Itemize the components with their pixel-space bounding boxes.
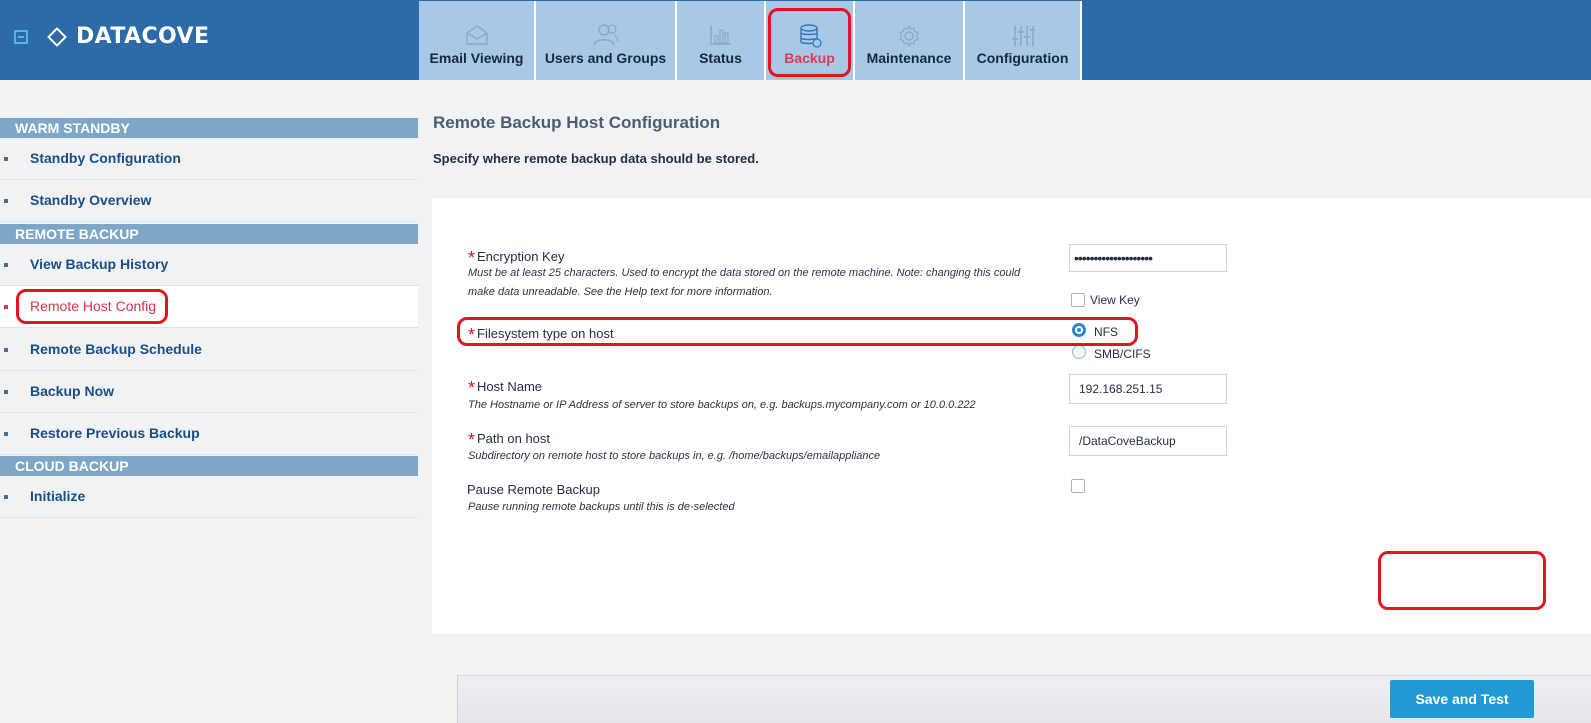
encryption-key-help-line-1: Must be at least 25 characters. Used to … [468,267,1021,279]
sidebar-item-standby-configuration[interactable]: Standby Configuration [0,138,418,180]
pause-remote-backup-checkbox[interactable] [1071,479,1085,493]
database-icon [798,24,822,53]
smb-cifs-option-label: SMB/CIFS [1094,347,1151,361]
sidebar-item-standby-overview[interactable]: Standby Overview [0,180,418,222]
sidebar-item-restore-previous-backup[interactable]: Restore Previous Backup [0,413,418,455]
sidebar-item-backup-now[interactable]: Backup Now [0,371,418,413]
tab-users-and-groups[interactable]: Users and Groups [536,1,677,80]
encryption-key-field[interactable] [1069,244,1227,272]
view-key-label: View Key [1090,293,1140,307]
encryption-key-help: Must be at least 25 characters. Used to … [468,264,1078,302]
host-name-field[interactable] [1069,374,1227,404]
gear-icon [897,24,921,53]
section-header-cloud-backup: CLOUD BACKUP [0,456,418,476]
section-header-warm-standby: WARM STANDBY [0,118,418,138]
tab-label: Status [699,50,742,66]
collapse-sidebar-icon[interactable] [14,29,28,44]
sliders-icon [1011,24,1035,53]
main-tabs: Email Viewing Users and Groups Status Ba… [419,1,1082,80]
pause-remote-backup-help: Pause running remote backups until this … [468,501,735,513]
host-config-form: * Encryption Key Must be at least 25 char… [432,198,1591,723]
bullet-icon [4,495,8,499]
top-navigation-bar: DATACOVE Email Viewing Users and Groups … [0,0,1591,80]
sidebar-item-label: Standby Configuration [30,150,181,166]
bullet-icon [4,199,8,203]
sidebar-item-remote-host-config[interactable]: Remote Host Config [0,286,418,328]
path-label: * Path on host [468,427,551,450]
bullet-icon [4,263,8,267]
bullet-icon [4,157,8,161]
bullet-icon [4,305,8,309]
logo-area: DATACOVE [14,24,209,49]
main-content: Remote Backup Host Configuration Specify… [432,80,1591,723]
pause-remote-backup-label: Pause Remote Backup [467,482,600,497]
sidebar-item-label: Initialize [30,488,86,504]
sidebar-item-label: Standby Overview [30,192,152,208]
tab-configuration[interactable]: Configuration [965,1,1082,80]
bar-chart-icon [709,24,733,51]
page-title: Remote Backup Host Configuration [433,113,721,132]
path-help: Subdirectory on remote host to store bac… [468,450,881,462]
filesystem-label: * Filesystem type on host [468,322,614,345]
users-icon [592,24,620,51]
bullet-icon [4,432,8,436]
tab-email-viewing[interactable]: Email Viewing [419,1,536,80]
brand-name: DATACOVE [76,24,210,49]
sidebar-item-label: Backup Now [30,383,115,399]
sidebar-item-label: Restore Previous Backup [30,425,200,441]
diamond-logo-icon [47,27,67,47]
sidebar-item-label: Remote Backup Schedule [30,341,202,357]
sidebar-item-view-backup-history[interactable]: View Backup History [0,244,418,286]
sidebar: WARM STANDBY Standby Configuration Stand… [0,80,418,634]
path-field[interactable] [1069,426,1227,456]
save-and-test-button[interactable]: Save and Test [1390,680,1534,718]
required-marker: * [468,325,476,345]
host-name-label: * Host Name [468,375,543,398]
host-name-help: The Hostname or IP Address of server to … [468,399,976,411]
path-label-text: Path on host [477,431,551,446]
page-subtitle: Specify where remote backup data should … [433,151,759,166]
tab-label: Email Viewing [429,50,524,66]
sidebar-item-remote-backup-schedule[interactable]: Remote Backup Schedule [0,329,418,371]
nfs-radio[interactable] [1072,323,1086,337]
required-marker: * [468,378,476,398]
smb-cifs-radio[interactable] [1072,345,1086,359]
tab-backup[interactable]: Backup [766,1,855,80]
nfs-option-label: NFS [1094,325,1118,339]
host-name-label-text: Host Name [477,379,543,394]
encryption-key-label-text: Encryption Key [477,249,565,264]
tab-status[interactable]: Status [677,1,766,80]
sidebar-item-initialize[interactable]: Initialize [0,476,418,518]
encryption-key-label: * Encryption Key [468,245,565,268]
bullet-icon [4,348,8,352]
tab-maintenance[interactable]: Maintenance [855,1,965,80]
bullet-icon [4,390,8,394]
tab-label: Users and Groups [544,50,667,66]
section-header-remote-backup: REMOTE BACKUP [0,224,418,244]
view-key-checkbox[interactable] [1071,293,1085,307]
encryption-key-help-line-2: make data unreadable. See the Help text … [468,286,773,298]
sidebar-item-label: Remote Host Config [30,298,157,314]
sidebar-item-label: View Backup History [30,256,169,272]
filesystem-label-text: Filesystem type on host [477,326,614,341]
envelope-icon [465,24,489,51]
